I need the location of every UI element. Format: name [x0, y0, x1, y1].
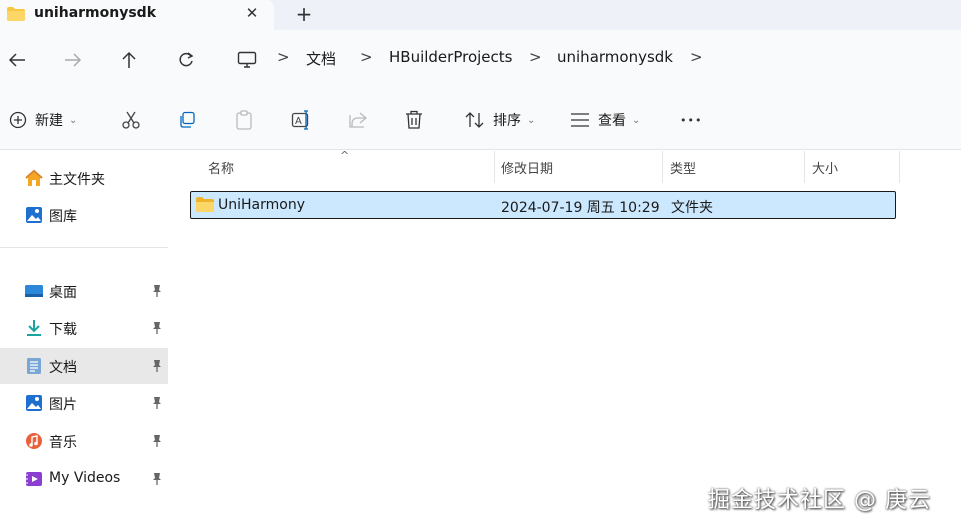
view-button-label: 查看: [598, 113, 626, 129]
title-bar: uniharmonysdk ✕ +: [0, 0, 961, 30]
desktop-icon: [25, 285, 43, 297]
list-view-icon: [571, 113, 589, 127]
arrow-right-icon: [65, 53, 82, 67]
active-tab[interactable]: uniharmonysdk ✕: [0, 0, 274, 30]
share-button[interactable]: [348, 106, 368, 134]
scissors-icon: [122, 111, 140, 129]
column-divider[interactable]: [899, 151, 900, 183]
folder-icon: [196, 197, 214, 212]
sort-button[interactable]: 排序 ⌄: [465, 106, 535, 134]
delete-button[interactable]: [405, 106, 423, 134]
new-button[interactable]: 新建 ⌄: [9, 106, 77, 134]
breadcrumb-item[interactable]: uniharmonysdk: [557, 48, 673, 66]
sidebar-item-label: 主文件夹: [49, 172, 105, 188]
column-header-type[interactable]: 类型: [670, 151, 696, 183]
sidebar-divider: [0, 247, 168, 248]
sort-icon: [465, 112, 484, 128]
sidebar-item-label: 文档: [49, 360, 77, 376]
pin-icon[interactable]: [151, 434, 163, 448]
chevron-down-icon: ⌄: [632, 114, 641, 126]
sort-indicator-icon: ^: [340, 149, 350, 162]
refresh-icon: [179, 52, 194, 67]
plus-circle-icon: [9, 111, 27, 129]
sidebar-item-label: 桌面: [49, 285, 77, 301]
pin-icon[interactable]: [151, 396, 163, 410]
column-header-name[interactable]: 名称: [208, 151, 234, 183]
sidebar-item-videos[interactable]: My Videos: [0, 461, 168, 497]
copy-icon: [180, 111, 195, 128]
trash-icon: [406, 110, 422, 129]
column-divider[interactable]: [662, 151, 663, 183]
chevron-down-icon: ⌄: [69, 114, 78, 126]
sidebar-item-pictures[interactable]: 图片: [0, 385, 168, 421]
monitor-icon: [237, 51, 257, 68]
navigation-bar: > 文档 > HBuilderProjects > uniharmonysdk …: [0, 30, 961, 90]
file-list: ^ 名称 修改日期 类型 大小 UniHarmony 2024-07-19 周五…: [172, 149, 961, 528]
sidebar-item-label: 音乐: [49, 435, 77, 451]
breadcrumb-separator: >: [360, 48, 373, 66]
sidebar-item-music[interactable]: 音乐: [0, 423, 168, 459]
view-button[interactable]: 查看 ⌄: [570, 106, 640, 134]
cut-button[interactable]: [121, 106, 141, 134]
sidebar-item-desktop[interactable]: 桌面: [0, 273, 168, 309]
refresh-button[interactable]: [172, 46, 200, 74]
breadcrumb-item[interactable]: 文档: [306, 48, 336, 69]
videos-icon: [26, 472, 42, 486]
sidebar-item-downloads[interactable]: 下载: [0, 310, 168, 346]
column-header-modified[interactable]: 修改日期: [501, 151, 553, 183]
sidebar-item-gallery[interactable]: 图库: [0, 197, 168, 233]
sort-button-label: 排序: [493, 113, 521, 129]
paste-button[interactable]: [235, 106, 253, 134]
music-icon: [26, 433, 42, 449]
folder-icon: [6, 6, 26, 26]
copy-button[interactable]: [178, 106, 196, 134]
breadcrumb-separator: >: [529, 48, 542, 66]
gallery-icon: [26, 207, 42, 223]
home-icon: [25, 169, 43, 186]
watermark: 掘金技术社区 @ 庚云: [708, 488, 931, 513]
documents-icon: [27, 358, 41, 374]
clipboard-icon: [236, 110, 252, 130]
pin-icon[interactable]: [151, 284, 163, 298]
pictures-icon: [26, 395, 42, 411]
more-options-button[interactable]: •••: [680, 106, 702, 134]
file-type: 文件夹: [671, 200, 713, 216]
download-icon: [27, 320, 41, 336]
rename-button[interactable]: A: [291, 106, 311, 134]
pin-icon[interactable]: [151, 321, 163, 335]
column-divider[interactable]: [494, 151, 495, 183]
pin-icon[interactable]: [151, 472, 163, 486]
column-header-size[interactable]: 大小: [812, 151, 838, 183]
sidebar-item-label: 图库: [49, 209, 77, 225]
sidebar-item-label: 下载: [49, 322, 77, 338]
file-name: UniHarmony: [218, 197, 305, 213]
sidebar-item-label: 图片: [49, 397, 77, 413]
arrow-left-icon: [8, 53, 25, 67]
sidebar-item-home[interactable]: 主文件夹: [0, 160, 168, 196]
tab-title: uniharmonysdk: [34, 5, 157, 21]
svg-text:A: A: [295, 116, 302, 127]
pin-icon[interactable]: [151, 359, 163, 373]
back-button[interactable]: [3, 46, 31, 74]
share-icon: [349, 112, 368, 128]
navigation-pane: 主文件夹 图库 桌面 下载 文档 图片 音乐 My Videos: [0, 151, 172, 528]
chevron-down-icon: ⌄: [527, 114, 536, 126]
rename-icon: A: [291, 110, 309, 130]
file-modified: 2024-07-19 周五 10:29: [501, 200, 660, 216]
forward-button[interactable]: [59, 46, 87, 74]
sidebar-item-label: My Videos: [49, 470, 121, 486]
breadcrumb-separator: >: [277, 48, 290, 66]
breadcrumb-item[interactable]: HBuilderProjects: [389, 48, 512, 66]
close-tab-button[interactable]: ✕: [241, 2, 263, 24]
new-button-label: 新建: [35, 113, 63, 129]
column-divider[interactable]: [804, 151, 805, 183]
up-button[interactable]: [115, 46, 143, 74]
command-bar: 新建 ⌄ A 排序 ⌄ 查看 ⌄ •••: [0, 90, 961, 150]
sidebar-item-documents[interactable]: 文档: [0, 348, 168, 384]
breadcrumb-expand[interactable]: >: [690, 48, 703, 66]
new-tab-button[interactable]: +: [292, 2, 316, 26]
this-pc-button[interactable]: [233, 46, 261, 74]
arrow-up-icon: [122, 51, 136, 68]
table-row[interactable]: UniHarmony 2024-07-19 周五 10:29 文件夹: [190, 191, 896, 219]
